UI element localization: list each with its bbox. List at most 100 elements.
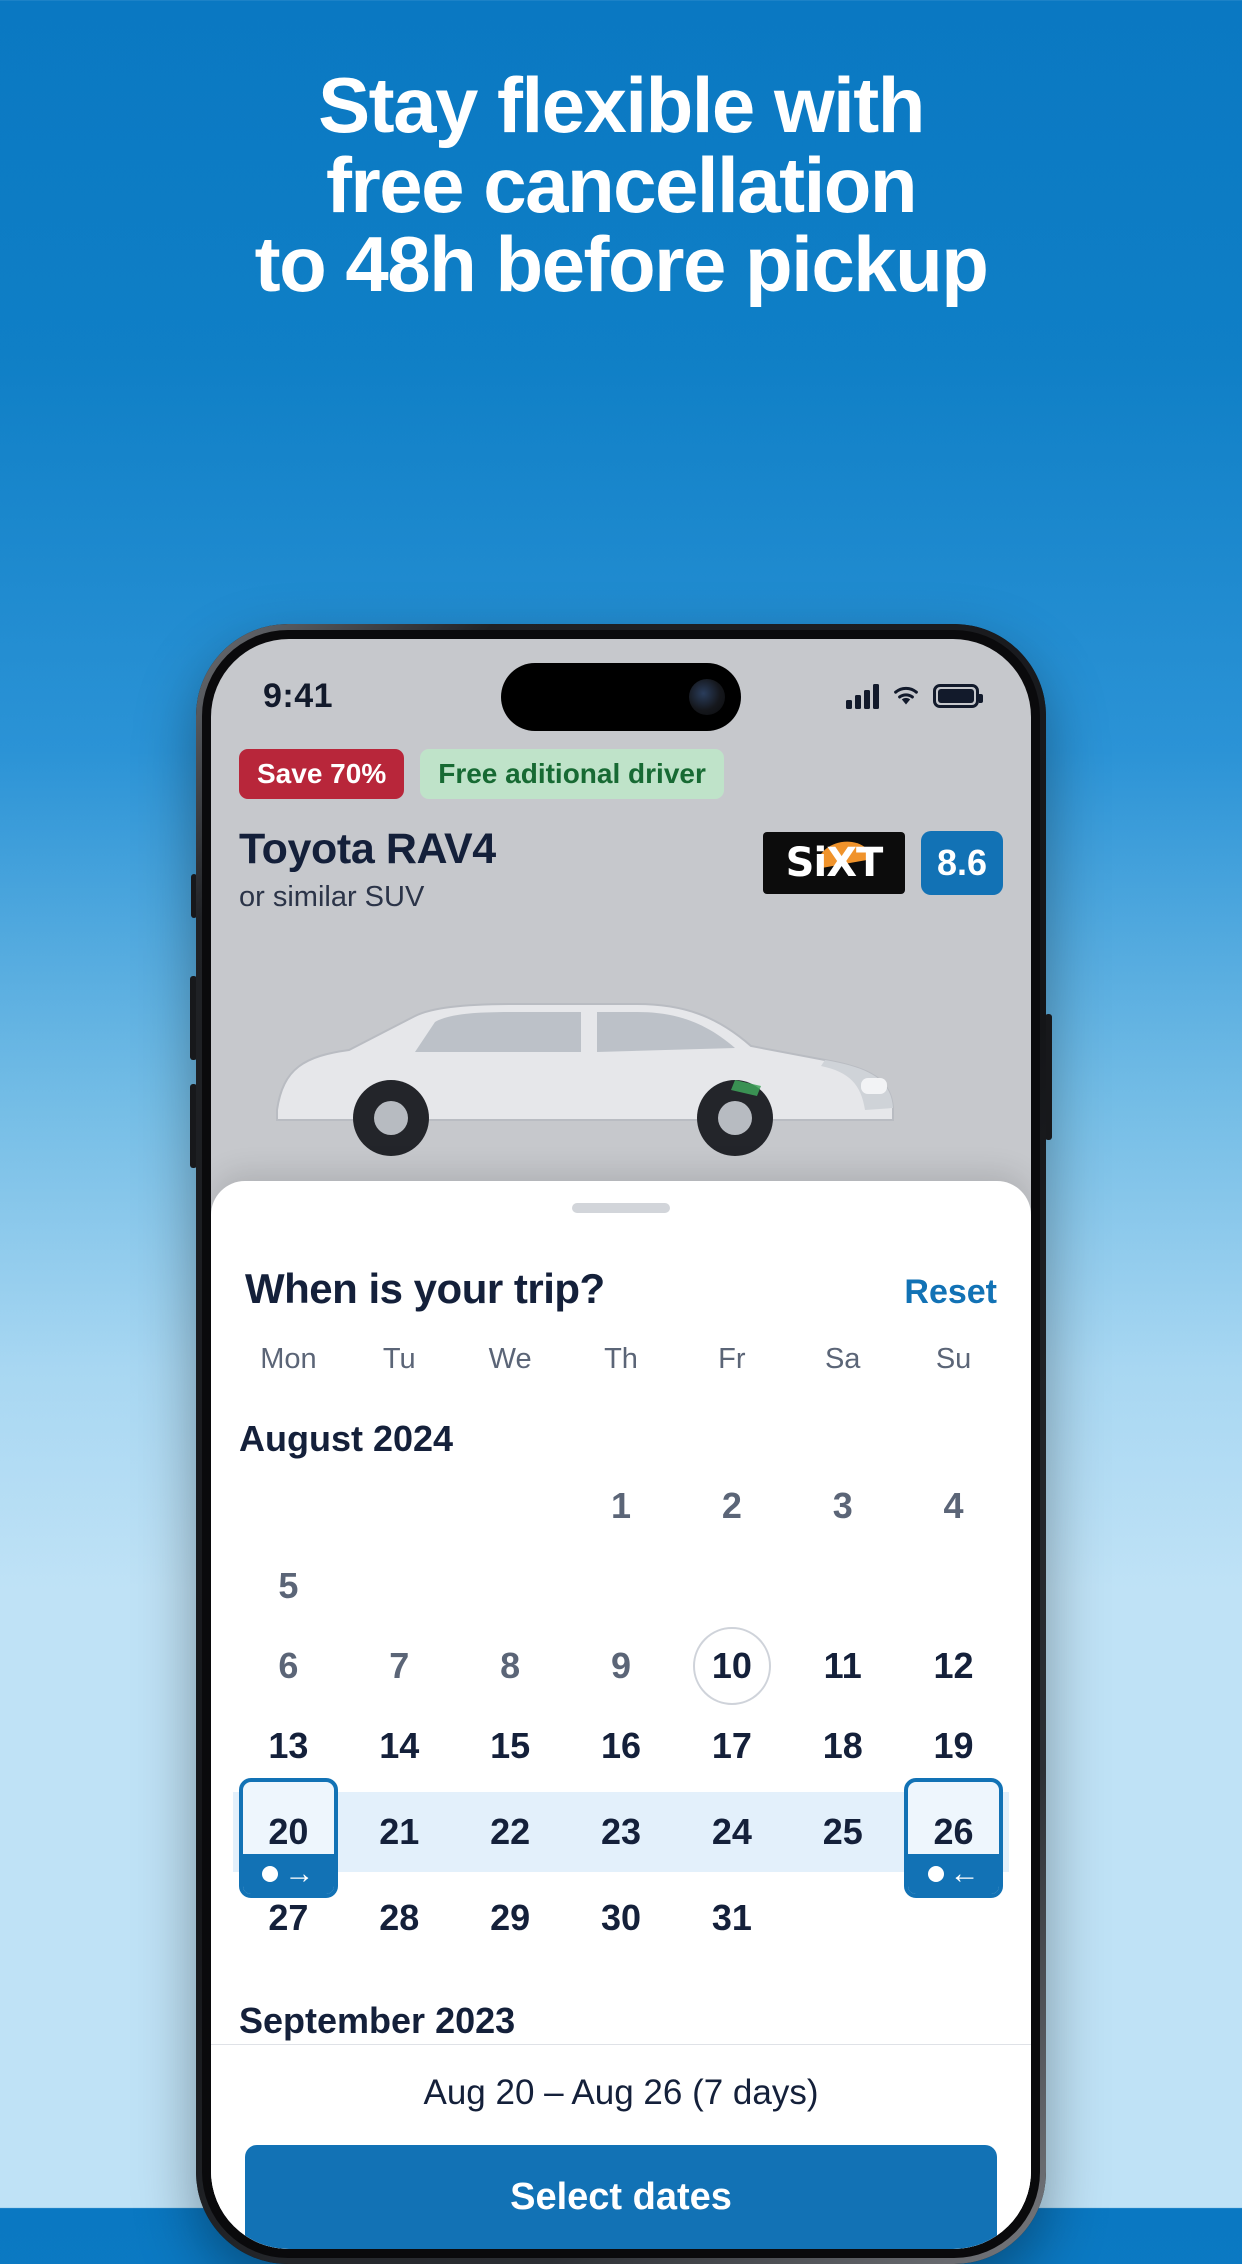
status-icons <box>846 683 983 709</box>
calendar-day-empty <box>455 1466 566 1546</box>
calendar-day-11[interactable]: 11 <box>787 1626 898 1706</box>
calendar-day-4[interactable]: 4 <box>898 1466 1009 1546</box>
calendar-day-3[interactable]: 3 <box>787 1466 898 1546</box>
battery-full-icon <box>933 684 983 708</box>
calendar-day-2[interactable]: 2 <box>676 1466 787 1546</box>
weekday-th: Th <box>604 1343 638 1375</box>
calendar-day-9[interactable]: 9 <box>566 1626 677 1706</box>
front-camera-icon <box>689 679 725 715</box>
supplier-and-rating: SiXT 8.6 <box>763 825 1003 895</box>
calendar-day-7[interactable]: 7 <box>344 1626 455 1706</box>
calendar-day-30[interactable]: 30 <box>566 1878 677 1958</box>
calendar-day-label: 21 <box>379 1811 420 1852</box>
calendar-day-13[interactable]: 13 <box>233 1706 344 1786</box>
calendar-day-12[interactable]: 12 <box>898 1626 1009 1706</box>
calendar-day-22[interactable]: 22 <box>455 1792 566 1872</box>
calendar-day-label: 13 <box>268 1725 309 1766</box>
car-title-block: Toyota RAV4 or similar SUV <box>239 825 763 914</box>
weekday-mon: Mon <box>260 1343 317 1375</box>
calendar-weeks: 1 2 3 4 5 6 7 8 9 10 11 12 13 14 15 16 17 18 19 → 20 21 22 23 24… <box>233 1466 1009 1958</box>
calendar-day-5[interactable]: 5 <box>233 1546 344 1626</box>
calendar-day-21[interactable]: 21 <box>344 1792 455 1872</box>
sheet-footer: Aug 20 – Aug 26 (7 days) Select dates <box>211 2044 1031 2249</box>
chip-free-additional-driver: Free aditional driver <box>420 749 724 799</box>
calendar-day-label: 8 <box>500 1645 521 1686</box>
calendar-day-14[interactable]: 14 <box>344 1706 455 1786</box>
headline-line-1: Stay flexible with <box>318 61 925 149</box>
calendar-day-8[interactable]: 8 <box>455 1626 566 1706</box>
power-button[interactable] <box>1045 1014 1052 1140</box>
calendar-day-16[interactable]: 16 <box>566 1706 677 1786</box>
calendar-day-31[interactable]: 31 <box>676 1878 787 1958</box>
weekday-tu: Tu <box>382 1343 416 1375</box>
calendar-day-label: 7 <box>389 1645 410 1686</box>
calendar-day-1[interactable]: 1 <box>566 1466 677 1546</box>
calendar-day-15[interactable]: 15 <box>455 1706 566 1786</box>
calendar-day-label: 31 <box>711 1897 752 1938</box>
calendar-day-label: 12 <box>933 1645 974 1686</box>
calendar-day-label: 22 <box>490 1811 531 1852</box>
status-bar: 9:41 <box>211 639 1031 731</box>
calendar-day-label: 18 <box>822 1725 863 1766</box>
calendar-day-28[interactable]: 28 <box>344 1878 455 1958</box>
calendar-day-empty <box>344 1466 455 1546</box>
weekday-header-row: Mon Tu We Th Fr Sa Su <box>211 1313 1031 1376</box>
car-card: Save 70% Free aditional driver Toyota RA… <box>211 749 1031 1174</box>
phone-screen: 9:41 Save 70% Free aditional driver Toyo… <box>211 639 1031 2249</box>
calendar-day-20[interactable]: → 20 <box>233 1778 344 1898</box>
reset-button[interactable]: Reset <box>904 1273 997 1312</box>
calendar-day-17[interactable]: 17 <box>676 1706 787 1786</box>
arrow-left-icon: ← <box>949 1857 980 1890</box>
calendar-day-label: 15 <box>490 1725 531 1766</box>
weekday-sa: Sa <box>824 1343 861 1375</box>
headline-line-2: free cancellation <box>325 140 918 229</box>
calendar-week-row: 27 28 29 30 31 <box>233 1878 1009 1958</box>
calendar-day-19[interactable]: 19 <box>898 1706 1009 1786</box>
endpoint-dot-icon <box>262 1866 279 1882</box>
sheet-drag-handle[interactable] <box>572 1203 670 1213</box>
calendar-day-26[interactable]: ← 26 <box>898 1778 1009 1898</box>
calendar-week-row: 6 7 8 9 10 11 12 <box>233 1626 1009 1706</box>
calendar-day-label: 5 <box>278 1565 299 1606</box>
calendar-day-label: 24 <box>711 1811 752 1852</box>
calendar-day-24[interactable]: 24 <box>676 1792 787 1872</box>
car-photo <box>239 934 1003 1174</box>
select-dates-button[interactable]: Select dates <box>245 2145 997 2249</box>
weekday-fr: Fr <box>718 1343 746 1375</box>
calendar-day-label: 1 <box>610 1485 631 1526</box>
calendar-week-row: → 20 21 22 23 24 25 ← 26 <box>233 1778 1009 1898</box>
sheet-header: When is your trip? Reset <box>211 1213 1031 1313</box>
calendar-day-10[interactable]: 10 <box>676 1626 787 1706</box>
hero-headline: Stay flexible with free cancellation to … <box>0 61 1242 309</box>
calendar-day-6[interactable]: 6 <box>233 1626 344 1706</box>
calendar-day-label: 11 <box>823 1645 862 1686</box>
calendar-day-empty <box>233 1466 344 1546</box>
calendar-day-label: 14 <box>379 1725 420 1766</box>
phone-mockup: 9:41 Save 70% Free aditional driver Toyo… <box>190 624 1052 2264</box>
calendar-day-label: 10 <box>711 1645 752 1686</box>
headline-line-3: to 48h before pickup <box>254 220 989 309</box>
calendar-day-label: 6 <box>278 1645 299 1686</box>
calendar-scroll-area[interactable]: August 2024 1 2 3 4 5 6 7 8 9 10 11 12 13 14 15 16 17 18 1… <box>211 1376 1031 2044</box>
dropoff-arrow-left-icon: ← <box>908 1854 999 1894</box>
month-label-september: September 2023 <box>239 2000 516 2041</box>
car-header: Toyota RAV4 or similar SUV SiXT 8.6 <box>239 825 1003 914</box>
calendar-day-18[interactable]: 18 <box>787 1706 898 1786</box>
calendar-day-label: 23 <box>600 1811 642 1852</box>
date-picker-sheet: When is your trip? Reset Mon Tu We Th Fr… <box>211 1181 1031 2249</box>
calendar-day-label: 9 <box>610 1645 631 1686</box>
calendar-day-label: 26 <box>933 1811 974 1852</box>
phone-bezel: 9:41 Save 70% Free aditional driver Toyo… <box>196 624 1046 2264</box>
calendar-day-label: 20 <box>268 1811 309 1852</box>
calendar-day-23[interactable]: 23 <box>566 1792 677 1872</box>
sixt-logo-text: SiXT <box>785 840 884 886</box>
date-range-summary: Aug 20 – Aug 26 (7 days) <box>423 2073 819 2112</box>
sheet-title: When is your trip? <box>245 1265 605 1312</box>
calendar-day-label: 2 <box>721 1485 742 1526</box>
calendar-day-29[interactable]: 29 <box>455 1878 566 1958</box>
calendar-day-25[interactable]: 25 <box>787 1792 898 1872</box>
chip-discount: Save 70% <box>239 749 405 799</box>
weekday-su: Su <box>935 1343 972 1375</box>
calendar-day-label: 27 <box>268 1897 309 1938</box>
pickup-arrow-right-icon: → <box>243 1854 334 1894</box>
